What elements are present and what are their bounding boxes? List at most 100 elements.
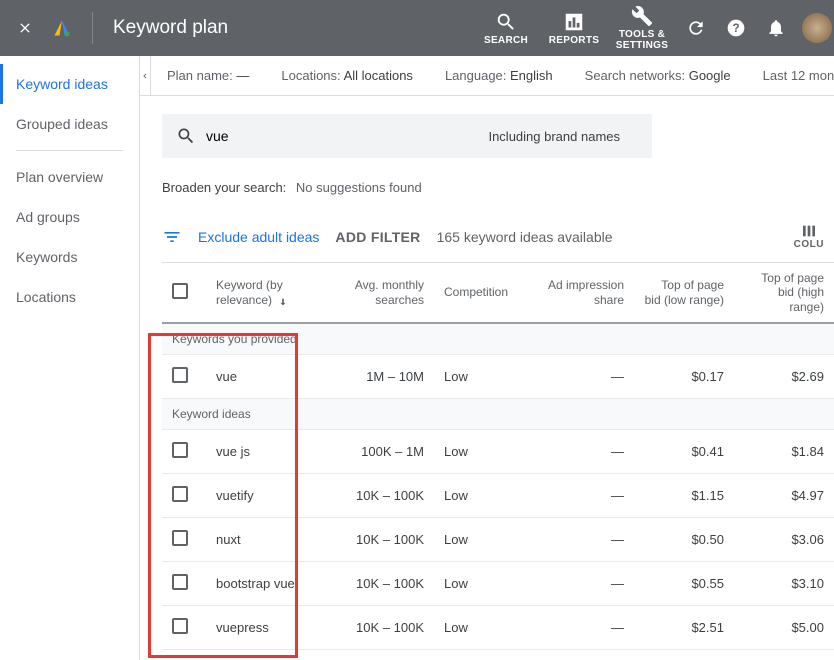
- cell-searches: 10K – 100K: [326, 562, 434, 606]
- sidebar: Keyword ideas Grouped ideas Plan overvie…: [0, 56, 140, 660]
- top-action-label: TOOLS & SETTINGS: [608, 29, 676, 51]
- filter-bar: Exclude adult ideas ADD FILTER 165 keywo…: [162, 223, 834, 250]
- top-action-tools[interactable]: TOOLS & SETTINGS: [608, 5, 676, 51]
- cell-keyword[interactable]: nuxt: [206, 518, 326, 562]
- col-searches[interactable]: Avg. monthly searches: [326, 263, 434, 323]
- bell-icon: [766, 18, 786, 38]
- columns-button[interactable]: COLU: [794, 223, 824, 250]
- sidebar-item-ad-groups[interactable]: Ad groups: [0, 197, 139, 237]
- cell-impression: —: [529, 430, 634, 474]
- exclude-adult-link[interactable]: Exclude adult ideas: [198, 229, 319, 245]
- bc-networks[interactable]: Search networks: Google: [569, 68, 747, 83]
- notifications-button[interactable]: [756, 8, 796, 48]
- keyword-input[interactable]: [206, 128, 478, 144]
- search-icon: [176, 126, 196, 146]
- avatar[interactable]: [802, 13, 832, 43]
- sidebar-item-keyword-ideas[interactable]: Keyword ideas: [0, 64, 139, 104]
- bc-daterange[interactable]: Last 12 mon: [747, 68, 834, 83]
- top-action-label: SEARCH: [484, 35, 528, 46]
- top-action-search[interactable]: SEARCH: [472, 11, 540, 46]
- cell-high-bid: $5.00: [734, 606, 834, 650]
- add-filter-button[interactable]: ADD FILTER: [335, 229, 420, 245]
- cell-low-bid: $1.15: [634, 474, 734, 518]
- refresh-button[interactable]: [676, 8, 716, 48]
- table-row: vuepress10K – 100KLow—$2.51$5.00: [162, 606, 834, 650]
- broaden-message: No suggestions found: [296, 180, 422, 195]
- table-row: vue js100K – 1MLow—$0.41$1.84: [162, 430, 834, 474]
- help-icon: ?: [726, 18, 746, 38]
- cell-searches: 10K – 100K: [326, 518, 434, 562]
- row-checkbox[interactable]: [172, 486, 188, 502]
- col-impression[interactable]: Ad impression share: [529, 263, 634, 323]
- cell-competition: Low: [434, 562, 529, 606]
- bc-label: Locations:: [281, 68, 340, 83]
- cell-keyword[interactable]: vuepress: [206, 606, 326, 650]
- cell-searches: 1M – 10M: [326, 355, 434, 399]
- section-row: Keyword ideas: [162, 399, 834, 430]
- col-keyword[interactable]: Keyword (by relevance): [206, 263, 326, 323]
- sidebar-item-locations[interactable]: Locations: [0, 277, 139, 317]
- top-bar: Keyword plan SEARCH REPORTS TOOLS & SETT…: [0, 0, 834, 56]
- bc-label: Language:: [445, 68, 506, 83]
- cell-searches: 10K – 100K: [326, 474, 434, 518]
- filter-icon[interactable]: [162, 227, 182, 247]
- ideas-count: 165 keyword ideas available: [437, 229, 613, 245]
- cell-keyword[interactable]: vuetify: [206, 474, 326, 518]
- col-label: Top of page bid (low range): [645, 278, 724, 306]
- col-label: Avg. monthly searches: [355, 278, 424, 306]
- col-label: Ad impression share: [548, 278, 624, 306]
- section-row: Keywords you provided: [162, 323, 834, 355]
- help-button[interactable]: ?: [716, 8, 756, 48]
- cell-low-bid: $0.50: [634, 518, 734, 562]
- cell-keyword[interactable]: vue: [206, 355, 326, 399]
- cell-keyword[interactable]: bootstrap vue: [206, 562, 326, 606]
- top-action-reports[interactable]: REPORTS: [540, 11, 608, 46]
- sidebar-item-label: Ad groups: [16, 209, 80, 225]
- cell-keyword[interactable]: vue js: [206, 430, 326, 474]
- sidebar-item-grouped-ideas[interactable]: Grouped ideas: [0, 104, 139, 144]
- col-low-bid[interactable]: Top of page bid (low range): [634, 263, 734, 323]
- divider: [92, 12, 93, 44]
- table-row: vue1M – 10MLow—$0.17$2.69: [162, 355, 834, 399]
- row-checkbox[interactable]: [172, 530, 188, 546]
- close-icon[interactable]: [14, 17, 36, 39]
- col-competition[interactable]: Competition: [434, 263, 529, 323]
- sidebar-item-plan-overview[interactable]: Plan overview: [0, 157, 139, 197]
- cell-searches: 100K – 1M: [326, 430, 434, 474]
- sidebar-item-label: Keywords: [16, 249, 77, 265]
- bc-locations[interactable]: Locations: All locations: [265, 68, 429, 83]
- row-checkbox[interactable]: [172, 574, 188, 590]
- back-button[interactable]: [140, 56, 151, 96]
- cell-low-bid: $0.17: [634, 355, 734, 399]
- columns-label: COLU: [794, 239, 824, 250]
- bc-label: Plan name:: [167, 68, 233, 83]
- brand-names-toggle[interactable]: Including brand names: [488, 129, 638, 144]
- results-table: Keyword (by relevance) Avg. monthly sear…: [162, 263, 834, 650]
- row-checkbox[interactable]: [172, 442, 188, 458]
- bc-value: Google: [689, 68, 731, 83]
- cell-high-bid: $3.10: [734, 562, 834, 606]
- cell-competition: Low: [434, 606, 529, 650]
- bc-value: —: [236, 68, 249, 83]
- page-title: Keyword plan: [113, 17, 228, 39]
- cell-high-bid: $2.69: [734, 355, 834, 399]
- cell-impression: —: [529, 355, 634, 399]
- svg-text:?: ?: [732, 22, 739, 35]
- broaden-label: Broaden your search:: [162, 180, 286, 195]
- search-icon: [495, 11, 517, 33]
- columns-icon: [799, 223, 819, 239]
- sidebar-item-keywords[interactable]: Keywords: [0, 237, 139, 277]
- cell-low-bid: $2.51: [634, 606, 734, 650]
- cell-impression: —: [529, 518, 634, 562]
- bc-plan-name[interactable]: Plan name: —: [151, 68, 265, 83]
- broaden-row: Broaden your search: No suggestions foun…: [162, 180, 834, 195]
- sidebar-item-label: Locations: [16, 289, 76, 305]
- col-high-bid[interactable]: Top of page bid (high range): [734, 263, 834, 323]
- bc-language[interactable]: Language: English: [429, 68, 569, 83]
- col-label: Keyword (by relevance): [216, 278, 283, 306]
- row-checkbox[interactable]: [172, 618, 188, 634]
- select-all-checkbox[interactable]: [172, 283, 188, 299]
- table-row: bootstrap vue10K – 100KLow—$0.55$3.10: [162, 562, 834, 606]
- sidebar-item-label: Keyword ideas: [16, 76, 108, 92]
- row-checkbox[interactable]: [172, 367, 188, 383]
